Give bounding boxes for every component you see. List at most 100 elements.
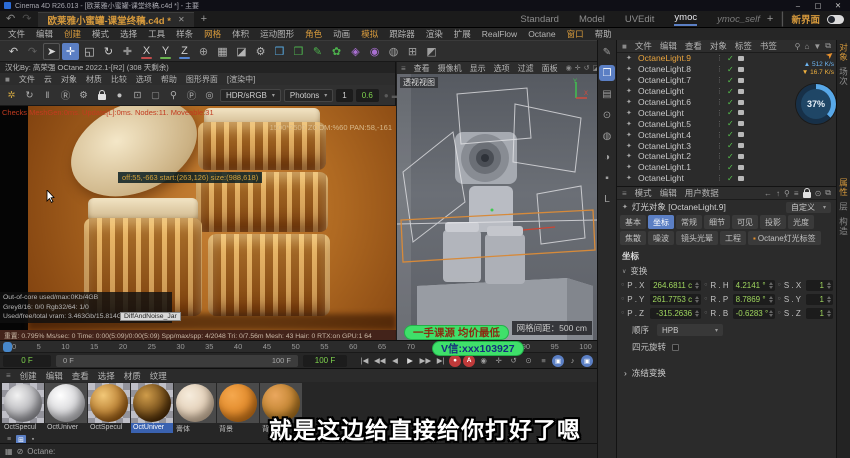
new-ui-button[interactable]: 新界面 [791, 12, 820, 26]
panel-menu-icon[interactable]: ≡ [401, 64, 406, 73]
exposure-field[interactable]: 0.6 [356, 89, 379, 102]
attribute-tab[interactable]: 坐标 [648, 215, 674, 229]
home-icon[interactable]: ⌂ [805, 42, 810, 51]
tag-icon[interactable] [738, 89, 744, 94]
menu-item[interactable]: 角色 [305, 28, 322, 40]
samples-field[interactable]: 1 [336, 89, 352, 102]
menu-item[interactable]: 样条 [176, 28, 193, 40]
menu-item[interactable]: 选择 [120, 28, 137, 40]
object-row[interactable]: ✦ OctaneLight ⋮ ✓ [617, 173, 836, 184]
object-name[interactable]: OctaneLight.9 [638, 53, 712, 63]
model-mode-icon[interactable]: ❒ [599, 65, 615, 81]
ui-toggle[interactable] [827, 15, 844, 24]
edges-mode-icon[interactable]: ◑ [599, 149, 615, 165]
attribute-menu-item[interactable]: 模式 [635, 187, 652, 199]
visibility-dots-icon[interactable]: ⋮ [716, 163, 723, 171]
goto-end-icon[interactable]: ▶| [434, 355, 447, 367]
octane-menu-item[interactable]: 比较 [111, 74, 127, 85]
enabled-check-icon[interactable]: ✓ [727, 152, 734, 161]
octane-menu-item[interactable]: 选项 [136, 74, 152, 85]
visibility-dots-icon[interactable]: ⋮ [716, 98, 723, 106]
viewport-menu-item[interactable]: 过滤 [518, 63, 534, 74]
lock-icon[interactable] [803, 192, 811, 198]
position-field[interactable]: 264.6811 c [650, 280, 702, 291]
layout-tab[interactable]: Standard [520, 14, 559, 25]
autokey-icon[interactable]: A [463, 355, 475, 367]
octane-menu-item[interactable]: 图形界面 [186, 74, 218, 85]
generator-icon[interactable]: ❒ [290, 43, 307, 60]
move-icon[interactable]: ✛ [62, 43, 79, 60]
enabled-check-icon[interactable]: ✓ [727, 76, 734, 85]
tag-icon[interactable] [738, 121, 744, 126]
layout-tab[interactable]: Model [579, 14, 605, 25]
octane-menu-item[interactable]: 对象 [61, 74, 77, 85]
keyframe-dot-icon[interactable]: ○ [703, 296, 708, 302]
scale-field[interactable]: 1 [806, 280, 833, 291]
menu-item[interactable]: 文件 [8, 28, 25, 40]
object-manager-menu-item[interactable]: 书签 [760, 40, 777, 52]
tag-icon[interactable] [738, 176, 744, 181]
object-name[interactable]: OctaneLight.4 [638, 130, 712, 140]
object-row[interactable]: ✦ OctaneLight.4 ⋮ ✓ [617, 129, 836, 140]
camera-p-icon[interactable]: Ⓟ [184, 88, 199, 103]
pause-render-icon[interactable]: ‖ [40, 88, 55, 103]
menu-item[interactable]: 扩展 [454, 28, 471, 40]
dock-tab[interactable]: 层 [838, 202, 850, 212]
tag-icon[interactable] [738, 67, 744, 72]
dock-tab[interactable]: 属性 [838, 178, 850, 197]
mograph-icon[interactable]: ✿ [328, 43, 345, 60]
back-icon[interactable]: ← [764, 189, 772, 198]
frame-range-slider[interactable]: 0 F 100 F [56, 355, 298, 367]
visibility-dots-icon[interactable]: ⋮ [716, 174, 723, 182]
octane-menu-item[interactable]: 帮助 [161, 74, 177, 85]
visibility-dots-icon[interactable]: ⋮ [716, 131, 723, 139]
axis-z-icon[interactable]: Z [176, 43, 193, 60]
attribute-tab[interactable]: 焦散 [620, 231, 646, 245]
next-frame-icon[interactable]: ▶▶ [419, 355, 433, 367]
menu-item[interactable]: Octane [528, 29, 555, 39]
object-name[interactable]: OctaneLight [638, 86, 712, 96]
sound-icon[interactable]: ♪ [566, 355, 579, 367]
octane-menu-item[interactable]: [渲染中] [227, 74, 255, 85]
attribute-tab[interactable]: 常规 [676, 215, 702, 229]
menu-item[interactable]: 动画 [333, 28, 350, 40]
scale-icon[interactable]: ◱ [81, 43, 98, 60]
panel-menu-icon[interactable]: ■ [5, 75, 10, 84]
object-name[interactable]: OctaneLight.2 [638, 151, 712, 161]
primitive-cube-icon[interactable]: ❒ [271, 43, 288, 60]
maximize-button[interactable]: ▢ [810, 1, 826, 10]
axis-x-icon[interactable]: X [138, 43, 155, 60]
object-name[interactable]: OctaneLight.1 [638, 162, 712, 172]
object-name[interactable]: OctaneLight.6 [638, 97, 712, 107]
panel-menu-icon[interactable]: ≡ [6, 371, 11, 380]
viewport-menu-item[interactable]: 显示 [470, 63, 486, 74]
playhead[interactable] [3, 342, 12, 352]
tag-icon[interactable] [738, 132, 744, 137]
dock-tab[interactable]: 场次 [838, 67, 850, 86]
visibility-dots-icon[interactable]: ⋮ [716, 109, 723, 117]
search-icon[interactable]: ⚲ [795, 42, 801, 51]
object-name[interactable]: OctaneLight [638, 108, 712, 118]
viewport-view-label[interactable]: 透视视图 [400, 77, 438, 88]
object-name[interactable]: OctaneLight.8 [638, 64, 712, 74]
object-name[interactable]: OctaneLight [638, 173, 712, 183]
menu-item[interactable]: 网格 [204, 28, 221, 40]
field-icon[interactable]: ◉ [366, 43, 383, 60]
attribute-tab[interactable]: 噪波 [648, 231, 674, 245]
attribute-menu-item[interactable]: 编辑 [660, 187, 677, 199]
layout-tab[interactable]: ymoc_self [717, 14, 760, 25]
attribute-tab[interactable]: 工程 [720, 231, 746, 245]
tag-icon[interactable] [738, 78, 744, 83]
keyframe-dot-icon[interactable]: ○ [703, 282, 708, 288]
menu-item[interactable]: 创建 [64, 28, 81, 40]
tag-icon[interactable] [738, 165, 744, 170]
menu-item[interactable]: 体积 [232, 28, 249, 40]
menu-item[interactable]: 窗口 [567, 28, 584, 40]
object-manager-menu-item[interactable]: 对象 [710, 40, 727, 52]
keyframe-icon[interactable]: ◉ [477, 355, 490, 367]
enabled-check-icon[interactable]: ✓ [727, 54, 734, 63]
spline-pen-icon[interactable]: ✎ [309, 43, 326, 60]
panel-menu-icon[interactable]: ■ [622, 42, 627, 51]
kernel-select[interactable]: Photons ▾ [284, 89, 333, 102]
panel-menu-icon[interactable]: ≡ [622, 189, 627, 198]
